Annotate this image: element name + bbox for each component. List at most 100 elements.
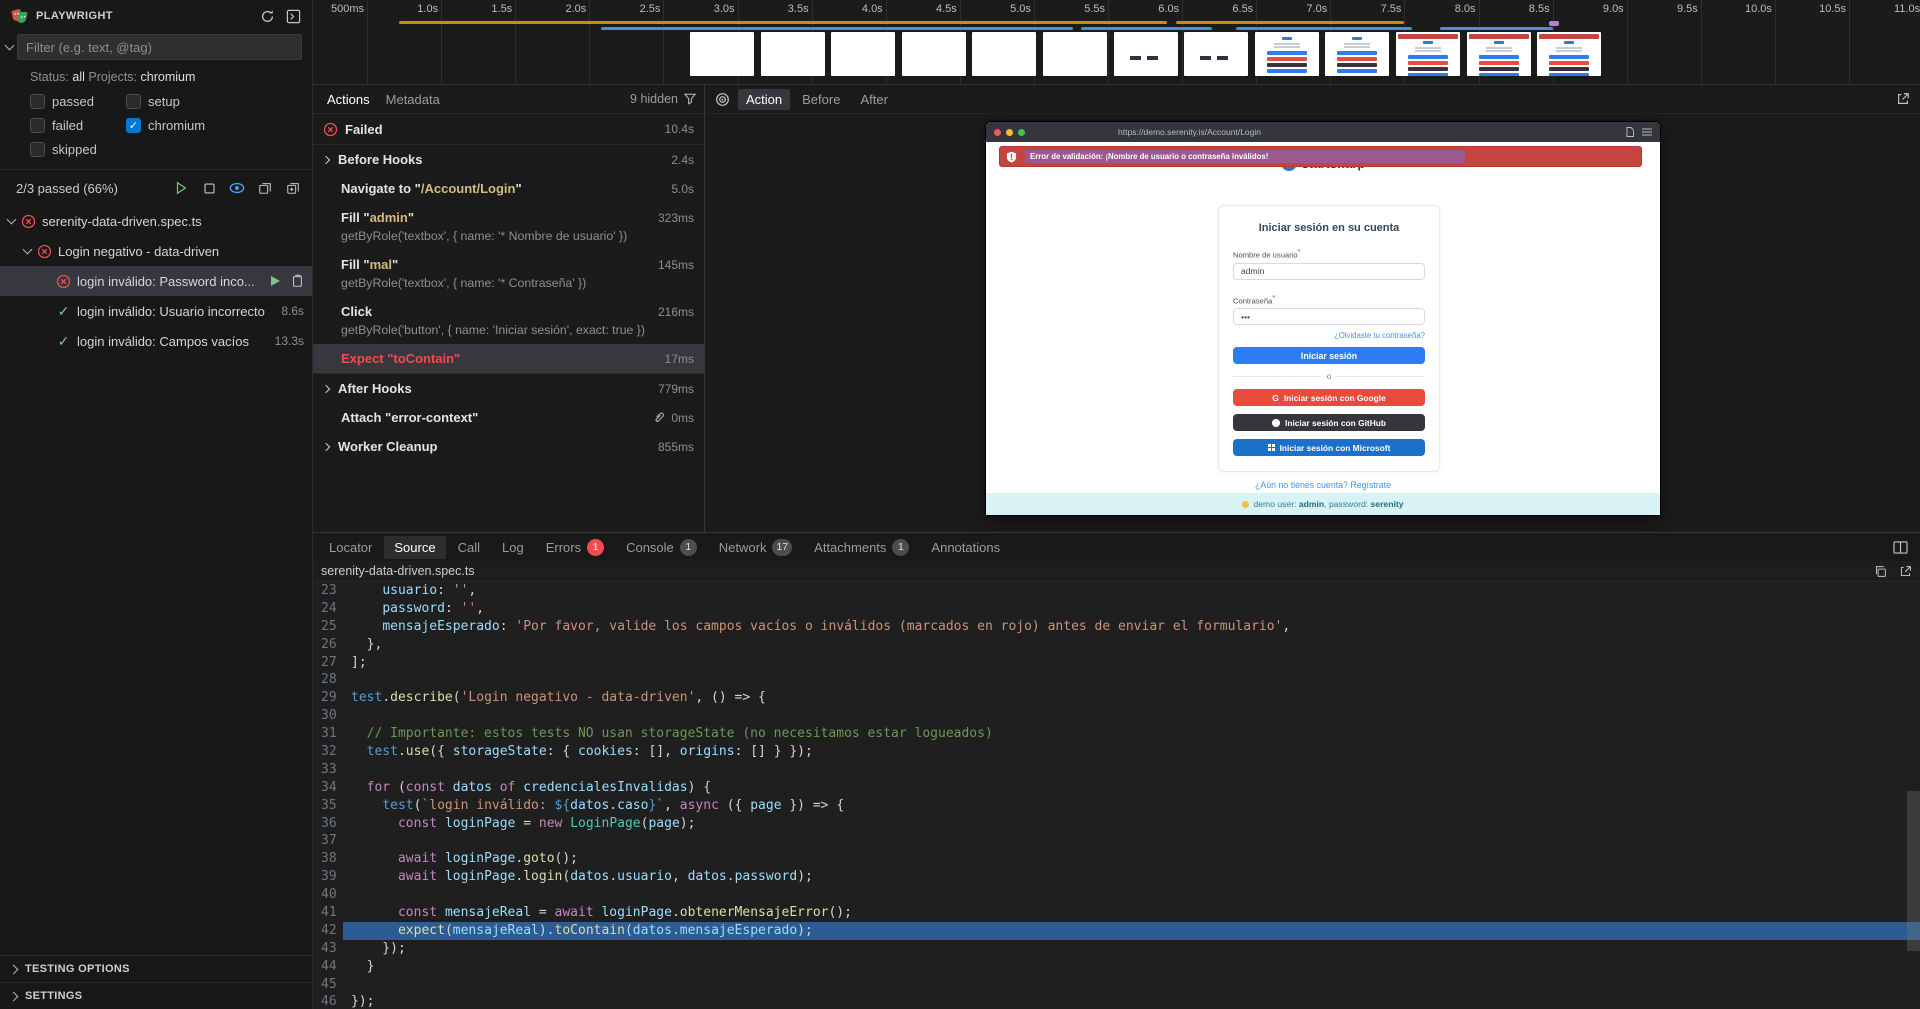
tab-log[interactable]: Log — [492, 536, 534, 559]
tree-item[interactable]: login inválido: Password inco... — [0, 266, 312, 296]
copy-path-icon[interactable] — [1874, 565, 1887, 578]
film-strip-thumbnail[interactable] — [1114, 32, 1178, 76]
film-strip-thumbnail[interactable] — [1396, 32, 1460, 76]
code-line[interactable]: 38 await loginPage.goto(); — [313, 850, 1920, 868]
tree-item[interactable]: ✓login inválido: Usuario incorrecto8.6s — [0, 296, 312, 326]
register-link[interactable]: ¿Aún no tienes cuenta? Regístrate — [986, 480, 1660, 490]
collapse-section-icon[interactable] — [5, 41, 15, 51]
film-strip-thumbnail[interactable] — [690, 32, 754, 76]
watch-mode-icon[interactable] — [228, 179, 246, 197]
code-line[interactable]: 36 const loginPage = new LoginPage(page)… — [313, 815, 1920, 833]
source-code-view[interactable]: 23 usuario: '',24 password: '',25 mensaj… — [313, 582, 1920, 1009]
film-strip-thumbnail[interactable] — [761, 32, 825, 76]
action-item[interactable]: Attach "error-context"0ms — [313, 403, 704, 432]
film-strip-thumbnail[interactable] — [1325, 32, 1389, 76]
sign-in-button[interactable]: Iniciar sesión — [1233, 347, 1425, 364]
github-sign-in-button[interactable]: Iniciar sesión con GitHub — [1233, 414, 1425, 431]
code-scrollbar-thumb[interactable] — [1907, 791, 1920, 951]
split-panel-icon[interactable] — [1893, 541, 1908, 554]
tab-locator[interactable]: Locator — [319, 536, 382, 559]
film-strip-thumbnail[interactable] — [1537, 32, 1601, 76]
trace-timeline[interactable]: 500ms1.0s1.5s2.0s2.5s3.0s3.5s4.0s4.5s5.0… — [313, 0, 1920, 85]
hidden-actions[interactable]: 9 hidden — [630, 92, 696, 106]
action-row[interactable]: Fill "mal"145ms — [313, 250, 704, 279]
film-strip-thumbnail[interactable] — [831, 32, 895, 76]
tree-item[interactable]: Login negativo - data-driven — [0, 236, 312, 266]
film-strip-thumbnail[interactable] — [1255, 32, 1319, 76]
tab-console[interactable]: Console1 — [616, 535, 707, 560]
tab-attachments[interactable]: Attachments1 — [804, 535, 919, 560]
code-line[interactable]: 23 usuario: '', — [313, 582, 1920, 600]
action-row[interactable]: After Hooks779ms — [313, 374, 704, 403]
run-test-icon[interactable] — [271, 276, 280, 286]
code-line[interactable]: 31 // Importante: estos tests NO usan st… — [313, 725, 1920, 743]
code-line[interactable]: 44 } — [313, 958, 1920, 976]
code-line[interactable]: 27]; — [313, 654, 1920, 672]
code-line[interactable]: 30 — [313, 707, 1920, 725]
action-item[interactable]: Expect "toContain"17ms — [313, 344, 704, 373]
filter-checkbox-setup[interactable]: setup — [126, 94, 302, 109]
open-snapshot-external-icon[interactable] — [1896, 92, 1910, 106]
action-item[interactable]: Fill "mal"145msgetByRole('textbox', { na… — [313, 250, 704, 297]
test-filter-input[interactable] — [17, 34, 302, 60]
chevron-down-icon[interactable] — [7, 215, 17, 225]
chevron-right-icon[interactable] — [322, 384, 330, 392]
code-line[interactable]: 40 — [313, 886, 1920, 904]
tab-action[interactable]: Action — [738, 89, 790, 110]
action-row[interactable]: Click216ms — [313, 297, 704, 326]
filter-checkbox-chromium[interactable]: ✓chromium — [126, 118, 302, 133]
collapse-all-icon[interactable] — [256, 179, 274, 197]
action-row[interactable]: Fill "admin"323ms — [313, 203, 704, 232]
show-trace-icon[interactable] — [290, 274, 304, 288]
tab-annotations[interactable]: Annotations — [921, 536, 1010, 559]
tree-item[interactable]: serenity-data-driven.spec.ts — [0, 206, 312, 236]
code-line[interactable]: 32 test.use({ storageState: { cookies: [… — [313, 743, 1920, 761]
action-row[interactable]: Navigate to "/Account/Login"5.0s — [313, 174, 704, 203]
action-item[interactable]: Before Hooks2.4s — [313, 145, 704, 174]
film-strip-thumbnail[interactable] — [1043, 32, 1107, 76]
google-sign-in-button[interactable]: G Iniciar sesión con Google — [1233, 389, 1425, 406]
code-line[interactable]: 45 — [313, 976, 1920, 994]
code-line[interactable]: 46}); — [313, 993, 1920, 1009]
tab-errors[interactable]: Errors1 — [536, 535, 614, 560]
film-strip-thumbnail[interactable] — [902, 32, 966, 76]
code-line[interactable]: 42 expect(mensajeReal).toContain(datos.m… — [313, 922, 1920, 940]
microsoft-sign-in-button[interactable]: Iniciar sesión con Microsoft — [1233, 439, 1425, 456]
code-line[interactable]: 26 }, — [313, 636, 1920, 654]
code-line[interactable]: 25 mensajeEsperado: 'Por favor, valide l… — [313, 618, 1920, 636]
section-testing-options[interactable]: TESTING OPTIONS — [0, 955, 312, 982]
code-line[interactable]: 33 — [313, 761, 1920, 779]
filter-checkbox-skipped[interactable]: skipped — [30, 142, 126, 157]
username-field[interactable]: admin — [1233, 263, 1425, 280]
stop-icon[interactable] — [200, 179, 218, 197]
film-strip-thumbnail[interactable] — [972, 32, 1036, 76]
action-item[interactable]: Fill "admin"323msgetByRole('textbox', { … — [313, 203, 704, 250]
run-all-icon[interactable] — [172, 179, 190, 197]
code-line[interactable]: 39 await loginPage.login(datos.usuario, … — [313, 868, 1920, 886]
code-line[interactable]: 24 password: '', — [313, 600, 1920, 618]
section-settings[interactable]: SETTINGS — [0, 982, 312, 1009]
tab-network[interactable]: Network17 — [709, 535, 802, 560]
action-row[interactable]: Failed10.4s — [313, 114, 704, 145]
reveal-test-icon[interactable] — [284, 179, 302, 197]
action-item[interactable]: After Hooks779ms — [313, 373, 704, 403]
action-row[interactable]: Expect "toContain"17ms — [313, 344, 704, 373]
open-test-panel-icon[interactable] — [284, 7, 302, 25]
action-row[interactable]: Worker Cleanup855ms — [313, 432, 704, 461]
password-field[interactable]: ••• — [1233, 308, 1425, 325]
action-item[interactable]: Failed10.4s — [313, 114, 704, 145]
code-line[interactable]: 29test.describe('Login negativo - data-d… — [313, 689, 1920, 707]
filter-checkbox-passed[interactable]: passed — [30, 94, 126, 109]
code-line[interactable]: 37 — [313, 832, 1920, 850]
chevron-right-icon[interactable] — [322, 155, 330, 163]
pick-locator-icon[interactable] — [715, 92, 730, 107]
tab-metadata[interactable]: Metadata — [386, 92, 440, 107]
tree-item[interactable]: ✓login inválido: Campos vacíos13.3s — [0, 326, 312, 356]
action-row[interactable]: Before Hooks2.4s — [313, 145, 704, 174]
tab-actions[interactable]: Actions — [327, 92, 370, 107]
code-line[interactable]: 34 for (const datos of credencialesInval… — [313, 779, 1920, 797]
film-strip-thumbnail[interactable] — [1184, 32, 1248, 76]
code-line[interactable]: 43 }); — [313, 940, 1920, 958]
tab-before[interactable]: Before — [794, 89, 848, 110]
forgot-password-link[interactable]: ¿Olvidaste tu contraseña? — [1233, 331, 1425, 340]
